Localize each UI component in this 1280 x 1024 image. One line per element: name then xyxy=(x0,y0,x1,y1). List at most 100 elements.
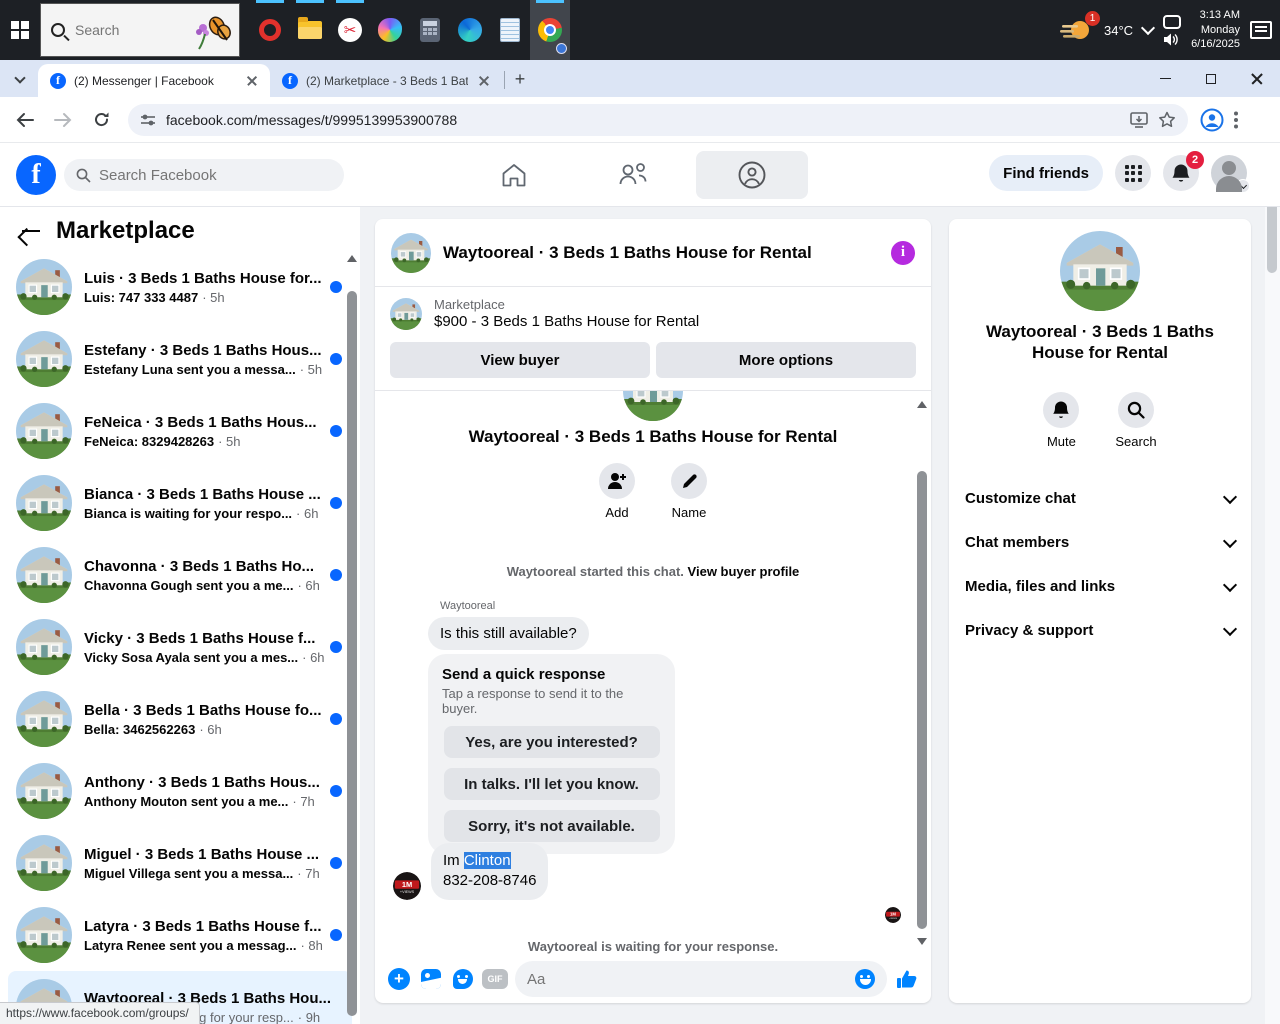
section-media-files-links[interactable]: Media, files and links xyxy=(949,565,1251,609)
back-arrow-icon[interactable] xyxy=(20,220,42,242)
facebook-search[interactable] xyxy=(64,159,344,191)
like-button[interactable] xyxy=(895,967,919,991)
mute-button[interactable]: Mute xyxy=(1043,391,1080,449)
photo-button[interactable] xyxy=(419,967,443,991)
taskbar-copilot[interactable] xyxy=(370,0,410,60)
close-button[interactable] xyxy=(1234,60,1280,97)
search-in-chat-button[interactable]: Search xyxy=(1115,391,1157,449)
nav-friends[interactable] xyxy=(616,151,650,199)
taskbar-snipping-tool[interactable]: ✂ xyxy=(330,0,370,60)
unread-dot xyxy=(330,857,342,869)
chevron-down-icon xyxy=(1222,577,1238,592)
conversation-vicky[interactable]: Vicky · 3 Beds 1 Baths House f... Vicky … xyxy=(8,611,352,683)
new-tab-button[interactable]: + xyxy=(507,66,533,92)
tab-search-chevron[interactable] xyxy=(6,65,34,93)
info-icon[interactable]: i xyxy=(891,240,915,265)
start-button[interactable] xyxy=(0,0,40,60)
conversation-luis[interactable]: Luis · 3 Beds 1 Baths House for... Luis:… xyxy=(8,251,352,323)
conversation-bella[interactable]: Bella · 3 Beds 1 Baths House fo... Bella… xyxy=(8,683,352,755)
taskbar-search[interactable] xyxy=(40,3,240,57)
back-button[interactable] xyxy=(8,103,42,137)
gif-button[interactable]: GIF xyxy=(482,967,508,991)
message-bubble-question[interactable]: Is this still available? xyxy=(428,617,589,650)
browser-tab-marketplace[interactable]: f (2) Marketplace - 3 Beds 1 Bath xyxy=(270,64,502,97)
section-customize-chat[interactable]: Customize chat xyxy=(949,477,1251,521)
house-avatar[interactable] xyxy=(391,233,431,273)
taskbar-opera[interactable] xyxy=(250,0,290,60)
taskbar-clock[interactable]: 3:13 AM Monday 6/16/2025 xyxy=(1191,8,1240,53)
quick-reply-intalks[interactable]: In talks. I'll let you know. xyxy=(443,768,660,800)
taskbar-chrome[interactable] xyxy=(530,0,570,60)
add-people-button[interactable]: Add xyxy=(599,463,635,520)
nav-marketplace-messages[interactable] xyxy=(696,151,808,199)
conversation-bianca[interactable]: Bianca · 3 Beds 1 Baths House ... Bianca… xyxy=(8,467,352,539)
profile-avatar[interactable] xyxy=(1211,155,1250,193)
detail-avatar[interactable] xyxy=(1060,231,1140,311)
address-bar[interactable]: facebook.com/messages/t/9995139953900788 xyxy=(128,103,1188,136)
conversation-time: · 8h xyxy=(300,937,323,953)
restore-button[interactable] xyxy=(1188,60,1234,97)
chevron-down-icon xyxy=(1222,533,1238,548)
attach-more-button[interactable]: + xyxy=(387,967,411,991)
conversation-snippet: Latyra Renee sent you a messag... xyxy=(84,937,297,953)
tab-close-icon[interactable] xyxy=(476,73,492,89)
scrollbar-thumb[interactable] xyxy=(347,291,357,1016)
section-chat-members[interactable]: Chat members xyxy=(949,521,1251,565)
nav-home[interactable] xyxy=(498,151,530,199)
sticker-button[interactable] xyxy=(451,967,475,991)
apps-menu-button[interactable] xyxy=(1115,155,1151,191)
taskbar-calculator[interactable] xyxy=(410,0,450,60)
quick-reply-sorry[interactable]: Sorry, it's not available. xyxy=(443,810,660,842)
conversation-feneica[interactable]: FeNeica · 3 Beds 1 Baths Hous... FeNeica… xyxy=(8,395,352,467)
buyer-avatar[interactable] xyxy=(393,872,421,900)
conversation-miguel[interactable]: Miguel · 3 Beds 1 Baths House ... Miguel… xyxy=(8,827,352,899)
scrollbar-thumb[interactable] xyxy=(917,471,927,929)
sidebar-scrollbar[interactable] xyxy=(346,251,358,1024)
taskbar-file-explorer[interactable] xyxy=(290,0,330,60)
tray-device-icons[interactable] xyxy=(1163,14,1182,46)
chat-scrollbar[interactable] xyxy=(916,399,928,947)
section-privacy-support[interactable]: Privacy & support xyxy=(949,609,1251,653)
taskbar-notepad[interactable] xyxy=(490,0,530,60)
tab-close-icon[interactable] xyxy=(244,73,260,89)
conversation-latyra[interactable]: Latyra · 3 Beds 1 Baths House f... Latyr… xyxy=(8,899,352,971)
taskbar-edge[interactable] xyxy=(450,0,490,60)
facebook-logo[interactable]: f xyxy=(16,155,56,195)
view-buyer-profile-link[interactable]: View buyer profile xyxy=(688,564,800,579)
action-center-icon[interactable] xyxy=(1250,21,1272,39)
scroll-up-arrow[interactable] xyxy=(917,401,927,408)
person-circle-icon xyxy=(738,161,766,189)
browser-profile-icon[interactable] xyxy=(1200,108,1224,132)
browser-menu-icon[interactable] xyxy=(1234,111,1238,129)
facebook-search-input[interactable] xyxy=(99,166,299,184)
unread-dot xyxy=(330,569,342,581)
unread-dot xyxy=(330,785,342,797)
emoji-icon[interactable] xyxy=(855,969,875,989)
forward-button[interactable] xyxy=(46,103,80,137)
more-options-button[interactable]: More options xyxy=(656,342,916,378)
reload-button[interactable] xyxy=(84,103,118,137)
tray-expand-icon[interactable] xyxy=(1140,20,1156,36)
message-bubble-contact[interactable]: Im Clinton 832-208-8746 xyxy=(431,843,549,900)
edit-name-button[interactable]: Name xyxy=(671,463,707,520)
browser-tab-messenger[interactable]: f (2) Messenger | Facebook xyxy=(38,64,270,97)
notifications-button[interactable]: 2 xyxy=(1163,151,1204,191)
weather-widget[interactable]: 1 xyxy=(1060,11,1101,45)
conversation-chavonna[interactable]: Chavonna · 3 Beds 1 Baths Ho... Chavonna… xyxy=(8,539,352,611)
house-avatar xyxy=(1060,231,1140,311)
find-friends-button[interactable]: Find friends xyxy=(989,155,1103,191)
scroll-up-arrow[interactable] xyxy=(347,255,357,262)
message-input[interactable] xyxy=(527,970,855,988)
conversation-anthony[interactable]: Anthony · 3 Beds 1 Baths Hous... Anthony… xyxy=(8,755,352,827)
scroll-down-arrow[interactable] xyxy=(917,938,927,945)
bookmark-star-icon[interactable] xyxy=(1158,111,1176,128)
install-icon[interactable] xyxy=(1130,111,1148,128)
conversation-estefany[interactable]: Estefany · 3 Beds 1 Baths Hous... Estefa… xyxy=(8,323,352,395)
view-buyer-button[interactable]: View buyer xyxy=(390,342,650,378)
page-scrollbar[interactable] xyxy=(1265,143,1280,1024)
quick-reply-yes[interactable]: Yes, are you interested? xyxy=(443,726,660,758)
minimize-button[interactable] xyxy=(1142,60,1188,97)
message-input-wrap[interactable] xyxy=(515,961,887,997)
taskbar-search-input[interactable] xyxy=(75,22,185,38)
url-text[interactable]: facebook.com/messages/t/9995139953900788 xyxy=(166,112,1120,128)
